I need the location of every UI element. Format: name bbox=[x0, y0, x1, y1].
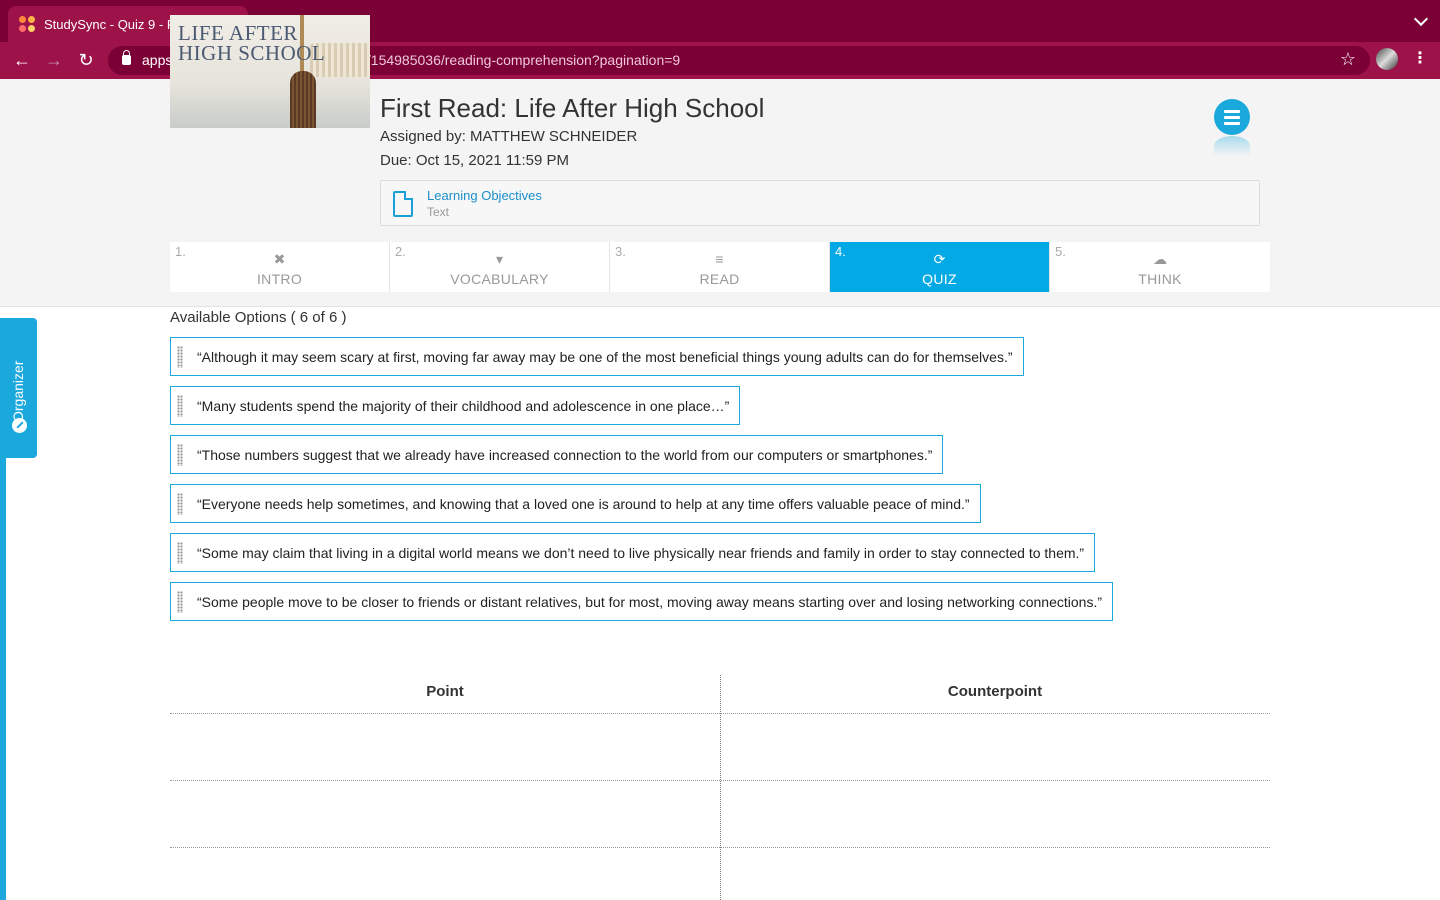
row-divider bbox=[170, 780, 1270, 781]
assignment-thumbnail: LIFE AFTER HIGH SCHOOL bbox=[170, 15, 370, 128]
drag-handle-icon[interactable] bbox=[177, 493, 183, 515]
forward-button[interactable]: → bbox=[42, 48, 66, 72]
drag-handle-icon[interactable] bbox=[177, 591, 183, 613]
draggable-option[interactable]: “Many students spend the majority of the… bbox=[170, 386, 741, 425]
learning-objectives-card[interactable]: Learning Objectives Text bbox=[380, 180, 1260, 226]
quiz-refresh-icon: ⟳ bbox=[933, 251, 946, 267]
draggable-option[interactable]: “Those numbers suggest that we already h… bbox=[170, 435, 944, 474]
row-divider bbox=[170, 847, 1270, 848]
organizer-label: Organizer bbox=[10, 360, 26, 422]
row-divider bbox=[170, 713, 1270, 714]
step-tabs: 1. ✖ INTRO 2. ▾ VOCABULARY 3. ≡ READ 4. … bbox=[170, 242, 1270, 292]
page-title: First Read: Life After High School bbox=[380, 93, 765, 123]
tab-vocabulary[interactable]: 2. ▾ VOCABULARY bbox=[390, 242, 610, 292]
tab-intro[interactable]: 1. ✖ INTRO bbox=[170, 242, 390, 292]
bookmark-star-icon[interactable]: ☆ bbox=[1340, 49, 1356, 70]
point-column-header: Point bbox=[426, 683, 464, 700]
intro-icon: ✖ bbox=[273, 251, 286, 267]
option-text: “Those numbers suggest that we already h… bbox=[197, 446, 933, 463]
option-text: “Some people move to be closer to friend… bbox=[197, 593, 1103, 610]
step-label: QUIZ bbox=[922, 271, 957, 287]
organizer-edge-stripe bbox=[0, 458, 6, 900]
drag-handle-icon[interactable] bbox=[177, 542, 183, 564]
drag-handle-icon[interactable] bbox=[177, 346, 183, 368]
step-label: VOCABULARY bbox=[450, 271, 549, 287]
back-button[interactable]: ← bbox=[10, 48, 34, 72]
lock-icon[interactable] bbox=[122, 50, 131, 65]
draggable-option[interactable]: “Some may claim that living in a digital… bbox=[170, 533, 1096, 572]
draggable-option[interactable]: “Although it may seem scary at first, mo… bbox=[170, 337, 1024, 376]
point-counterpoint-table: Point Counterpoint bbox=[170, 675, 1270, 900]
drag-handle-icon[interactable] bbox=[177, 395, 183, 417]
learning-objectives-link[interactable]: Learning Objectives bbox=[427, 188, 542, 203]
document-icon bbox=[393, 191, 413, 217]
organizer-side-tab[interactable]: Organizer bbox=[0, 318, 37, 458]
assigned-by: Assigned by: MATTHEW SCHNEIDER bbox=[380, 128, 638, 145]
step-label: READ bbox=[699, 271, 740, 287]
browser-menu-icon[interactable]: ⋮ bbox=[1412, 50, 1428, 68]
thumbnail-tassel-graphic bbox=[290, 71, 316, 128]
thumbnail-text-line1: LIFE AFTER bbox=[178, 21, 298, 45]
reload-button[interactable]: ↻ bbox=[74, 48, 98, 72]
thumbnail-text: LIFE AFTER HIGH SCHOOL bbox=[178, 21, 326, 65]
option-text: “Everyone needs help sometimes, and know… bbox=[197, 495, 970, 512]
draggable-option[interactable]: “Some people move to be closer to friend… bbox=[170, 582, 1114, 621]
cloud-icon: ☁ bbox=[1153, 251, 1167, 267]
hamburger-menu-button[interactable] bbox=[1214, 99, 1250, 135]
drag-handle-icon[interactable] bbox=[177, 444, 183, 466]
column-divider bbox=[720, 675, 721, 900]
studysync-favicon-icon bbox=[18, 15, 36, 33]
read-icon: ≡ bbox=[715, 251, 724, 267]
step-label: INTRO bbox=[256, 271, 303, 287]
thumbnail-text-line2: HIGH SCHOOL bbox=[178, 41, 326, 65]
tab-quiz[interactable]: 4. ⟳ QUIZ bbox=[830, 242, 1050, 292]
draggable-option[interactable]: “Everyone needs help sometimes, and know… bbox=[170, 484, 981, 523]
tab-search-chevron-icon[interactable] bbox=[1413, 11, 1429, 27]
menu-button-reflection bbox=[1214, 136, 1250, 156]
available-options-heading: Available Options ( 6 of 6 ) bbox=[170, 309, 347, 326]
step-label: THINK bbox=[1138, 271, 1182, 287]
option-text: “Some may claim that living in a digital… bbox=[197, 544, 1085, 561]
learning-objectives-type: Text bbox=[427, 205, 450, 219]
profile-avatar[interactable] bbox=[1376, 48, 1398, 70]
tab-think[interactable]: 5. ☁ THINK bbox=[1050, 242, 1270, 292]
option-text: “Although it may seem scary at first, mo… bbox=[197, 348, 1013, 365]
due-date: Due: Oct 15, 2021 11:59 PM bbox=[380, 152, 570, 169]
vocabulary-icon: ▾ bbox=[495, 251, 504, 267]
option-text: “Many students spend the majority of the… bbox=[197, 397, 730, 414]
counterpoint-column-header: Counterpoint bbox=[947, 683, 1043, 700]
tab-read[interactable]: 3. ≡ READ bbox=[610, 242, 830, 292]
